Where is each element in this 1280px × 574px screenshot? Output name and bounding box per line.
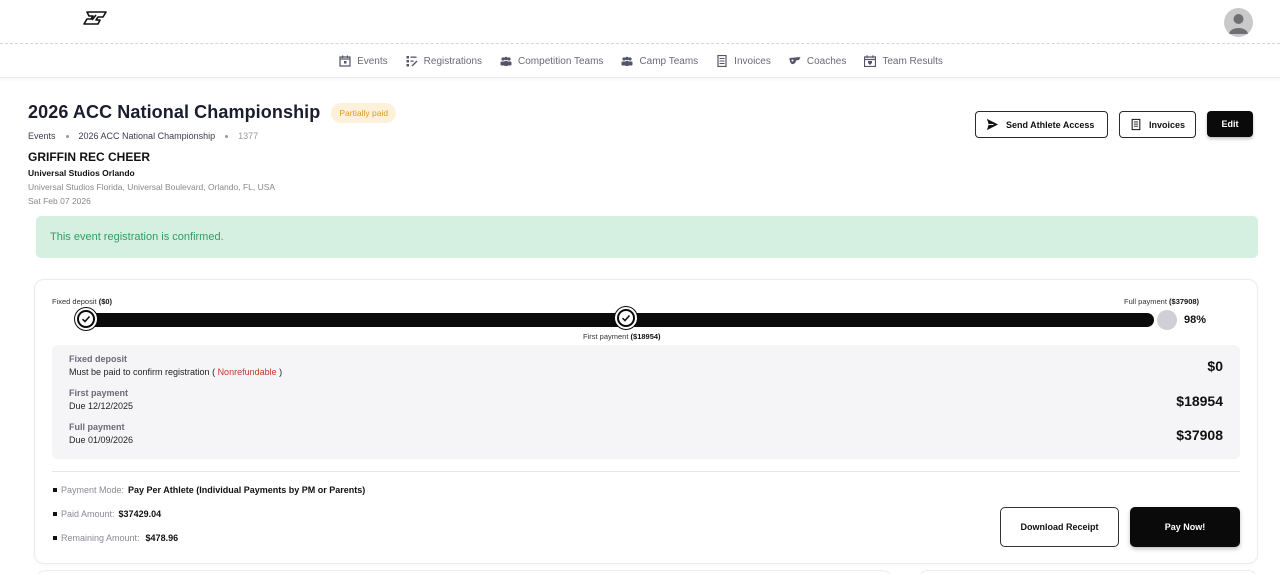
venue-address: Universal Studios Florida, Universal Bou… xyxy=(28,182,276,192)
schedule-amount: $0 xyxy=(1207,358,1223,374)
schedule-subtitle: Must be paid to confirm registration ( N… xyxy=(69,367,1223,377)
fixed-deposit-marker xyxy=(75,308,97,330)
divider xyxy=(52,471,1240,472)
top-bar xyxy=(0,0,1280,44)
nav-label: Registrations xyxy=(423,55,483,67)
breadcrumb: Events 2026 ACC National Championship 13… xyxy=(28,131,258,141)
payment-mode-row: Payment Mode: Pay Per Athlete (Individua… xyxy=(53,485,365,495)
status-badge: Partially paid xyxy=(331,102,397,123)
pay-now-button[interactable]: Pay Now! xyxy=(1130,507,1240,547)
schedule-amount: $37908 xyxy=(1176,427,1223,443)
trophy-calendar-icon xyxy=(864,55,877,67)
full-payment-marker xyxy=(1157,310,1177,330)
schedule-subtitle-prefix: Must be paid to confirm registration ( xyxy=(69,367,218,377)
nav-item-invoices[interactable]: Invoices xyxy=(716,55,771,67)
nav-item-competition-teams[interactable]: Competition Teams xyxy=(500,55,603,67)
next-card-left xyxy=(36,570,892,574)
send-athlete-access-label: Send Athlete Access xyxy=(1006,119,1095,130)
group-icon xyxy=(500,56,512,66)
next-card-right xyxy=(918,570,1258,574)
page-title: 2026 ACC National Championship xyxy=(28,102,321,122)
nav-label: Competition Teams xyxy=(518,55,604,67)
bullet xyxy=(53,488,57,492)
schedule-row-full-payment: Full payment Due 01/09/2026 $37908 xyxy=(69,422,1223,445)
paid-amount-label: Paid Amount: xyxy=(61,509,115,519)
invoices-label: Invoices xyxy=(1148,119,1185,130)
send-icon xyxy=(986,118,999,131)
title-row: 2026 ACC National Championship Partially… xyxy=(28,102,397,123)
full-payment-label-amount: ($37908) xyxy=(1169,297,1200,306)
fixed-deposit-label-amount: ($0) xyxy=(98,297,113,306)
check-icon xyxy=(619,311,633,325)
schedule-title: Fixed deposit xyxy=(69,354,128,364)
nav-item-camp-teams[interactable]: Camp Teams xyxy=(621,55,698,67)
schedule-row-first-payment: First payment Due 12/12/2025 $18954 xyxy=(69,388,1223,411)
schedule-amount: $18954 xyxy=(1176,393,1223,409)
progress-percent: 98% xyxy=(1184,314,1207,326)
payment-mode-label: Payment Mode: xyxy=(61,485,125,495)
fixed-deposit-label-text: Fixed deposit xyxy=(52,297,97,306)
event-date: Sat Feb 07 2026 xyxy=(28,196,91,206)
download-receipt-button[interactable]: Download Receipt xyxy=(1000,507,1119,547)
header-actions: Send Athlete Access Invoices Edit xyxy=(975,111,1253,138)
main-nav: Events Registrations Competition Teams C… xyxy=(0,45,1280,78)
schedule-subtitle: Due 01/09/2026 xyxy=(69,435,134,445)
group-icon xyxy=(621,56,633,66)
bullet xyxy=(53,512,57,516)
first-payment-marker xyxy=(615,307,637,329)
payment-schedule: Fixed deposit Must be paid to confirm re… xyxy=(52,345,1240,459)
schedule-title: Full payment xyxy=(69,422,125,432)
full-payment-progress-label: Full payment ($37908) xyxy=(1124,297,1199,306)
nav-label: Camp Teams xyxy=(639,55,699,67)
breadcrumb-event[interactable]: 2026 ACC National Championship xyxy=(79,131,216,141)
paid-amount-row: Paid Amount: $37429.04 xyxy=(53,509,161,519)
bullet xyxy=(53,536,57,540)
breadcrumb-id: 1377 xyxy=(238,131,259,141)
nav-item-coaches[interactable]: Coaches xyxy=(789,55,846,67)
schedule-subtitle-suffix: ) xyxy=(276,367,283,377)
nav-label: Invoices xyxy=(734,55,771,67)
user-icon xyxy=(1229,14,1248,34)
edit-button[interactable]: Edit xyxy=(1207,111,1253,137)
breadcrumb-separator xyxy=(65,134,69,138)
nav-item-events[interactable]: Events xyxy=(339,55,388,67)
remaining-amount-row: Remaining Amount: $478.96 xyxy=(53,533,178,543)
confirmation-alert: This event registration is confirmed. xyxy=(36,216,1258,258)
remaining-amount-value: $478.96 xyxy=(145,533,179,543)
nav-item-registrations[interactable]: Registrations xyxy=(406,55,482,67)
breadcrumb-events[interactable]: Events xyxy=(28,131,56,141)
nav-label: Coaches xyxy=(806,55,847,67)
send-athlete-access-button[interactable]: Send Athlete Access xyxy=(975,111,1108,138)
payment-mode-value: Pay Per Athlete (Individual Payments by … xyxy=(128,485,366,495)
nav-label: Events xyxy=(357,55,388,67)
user-avatar[interactable] xyxy=(1224,8,1253,37)
check-icon xyxy=(79,312,93,326)
nonrefundable-label: Nonrefundable xyxy=(217,367,277,377)
schedule-title: First payment xyxy=(69,388,129,398)
paid-amount-value: $37429.04 xyxy=(118,509,162,519)
nav-item-team-results[interactable]: Team Results xyxy=(864,55,943,67)
first-payment-label-amount: ($18954) xyxy=(630,332,661,341)
team-name: GRIFFIN REC CHEER xyxy=(28,150,151,164)
breadcrumb-separator xyxy=(225,134,229,138)
full-payment-label-text: Full payment xyxy=(1124,297,1167,306)
invoices-button[interactable]: Invoices xyxy=(1119,111,1196,138)
brand-logo[interactable] xyxy=(83,11,107,25)
venue-name: Universal Studios Orlando xyxy=(28,168,135,178)
nav-label: Team Results xyxy=(882,55,943,67)
schedule-row-fixed-deposit: Fixed deposit Must be paid to confirm re… xyxy=(69,354,1223,377)
document-icon xyxy=(1131,118,1141,131)
schedule-subtitle: Due 12/12/2025 xyxy=(69,401,134,411)
registrations-icon xyxy=(406,56,418,67)
alert-message: This event registration is confirmed. xyxy=(50,231,224,243)
first-payment-label-text: First payment xyxy=(583,332,629,341)
whistle-icon xyxy=(789,57,801,65)
first-payment-progress-label: First payment ($18954) xyxy=(583,332,661,341)
remaining-amount-label: Remaining Amount: xyxy=(61,533,140,543)
calendar-icon xyxy=(339,55,351,67)
document-icon xyxy=(717,55,727,67)
fixed-deposit-progress-label: Fixed deposit ($0) xyxy=(52,297,112,306)
